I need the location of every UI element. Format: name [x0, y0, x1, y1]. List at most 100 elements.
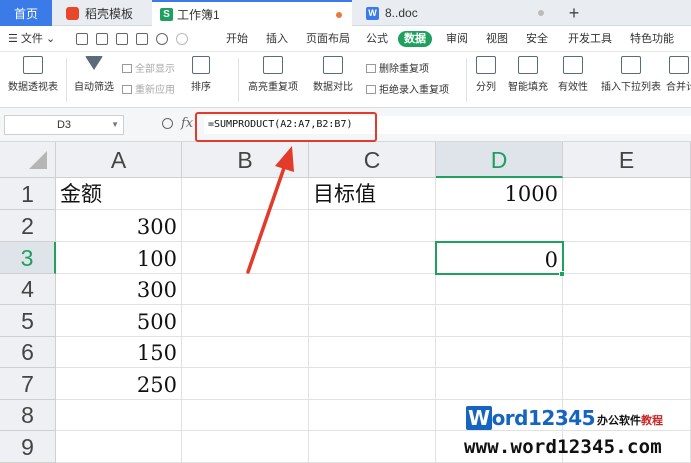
unsaved-dot-icon[interactable] [336, 12, 342, 18]
insert-dropdown-button[interactable]: 插入下拉列表 [600, 56, 662, 93]
split-column-button[interactable]: 分列 [472, 56, 500, 93]
new-tab-button[interactable]: + [564, 0, 584, 26]
tab-document-label: 8..doc [385, 6, 418, 20]
cell-c6[interactable] [309, 337, 436, 368]
print-preview-icon[interactable] [136, 33, 148, 45]
row-header-4[interactable]: 4 [0, 274, 56, 305]
highlight-duplicates-button[interactable]: 高亮重复项 [244, 56, 302, 93]
menu-review[interactable]: 审阅 [446, 26, 468, 52]
close-tab-icon[interactable] [538, 10, 544, 16]
menu-features[interactable]: 特色功能 [630, 26, 674, 52]
menu-view[interactable]: 视图 [486, 26, 508, 52]
cell-b3[interactable] [182, 242, 309, 274]
cell-d2[interactable] [436, 210, 563, 242]
data-compare-button[interactable]: 数据对比 [308, 56, 358, 93]
cell-a5[interactable]: 500 [56, 305, 182, 337]
zoom-icon[interactable] [162, 118, 173, 129]
row-header-5[interactable]: 5 [0, 305, 56, 337]
tab-home[interactable]: 首页 [0, 0, 52, 26]
cell-a7[interactable]: 250 [56, 368, 182, 400]
cell-e5[interactable] [563, 305, 691, 337]
cell-c7[interactable] [309, 368, 436, 400]
cell-c9[interactable] [309, 431, 436, 463]
fx-icon[interactable]: fx [181, 116, 193, 131]
cell-d5[interactable] [436, 305, 563, 337]
cell-b7[interactable] [182, 368, 309, 400]
cell-a2[interactable]: 300 [56, 210, 182, 242]
print-icon[interactable] [116, 33, 128, 45]
pivot-table-button[interactable]: 数据透视表 [6, 56, 60, 93]
cell-c2[interactable] [309, 210, 436, 242]
cell-e7[interactable] [563, 368, 691, 400]
tab-workbook[interactable]: S 工作簿1 [152, 0, 352, 26]
cell-c1[interactable]: 目标值 [309, 178, 436, 210]
cell-e3[interactable] [563, 242, 691, 274]
menu-data[interactable]: 数据 [398, 31, 432, 47]
cell-b6[interactable] [182, 337, 309, 368]
row-header-6[interactable]: 6 [0, 337, 56, 368]
cell-d3-active[interactable]: 0 [435, 241, 564, 275]
row-header-8[interactable]: 8 [0, 400, 56, 431]
cell-b8[interactable] [182, 400, 309, 431]
menu-formula[interactable]: 公式 [366, 26, 388, 52]
name-box[interactable]: D3 ▼ [4, 115, 124, 135]
cell-b9[interactable] [182, 431, 309, 463]
cell-e4[interactable] [563, 274, 691, 305]
row-header-3[interactable]: 3 [0, 242, 56, 274]
cell-c3[interactable] [309, 242, 436, 274]
cell-e6[interactable] [563, 337, 691, 368]
smart-fill-button[interactable]: 智能填充 [506, 56, 550, 93]
column-header-e[interactable]: E [563, 142, 691, 178]
cell-b5[interactable] [182, 305, 309, 337]
cell-b4[interactable] [182, 274, 309, 305]
cell-a4[interactable]: 300 [56, 274, 182, 305]
column-header-b[interactable]: B [182, 142, 309, 178]
row-header-1[interactable]: 1 [0, 178, 56, 210]
undo-icon[interactable] [156, 33, 168, 45]
reapply-button[interactable]: 重新应用 [122, 81, 175, 96]
autofilter-button[interactable]: 自动筛选 [72, 56, 116, 93]
menu-insert[interactable]: 插入 [266, 26, 288, 52]
validity-button[interactable]: 有效性 [554, 56, 592, 93]
row-header-9[interactable]: 9 [0, 431, 56, 463]
menu-developer[interactable]: 开发工具 [568, 26, 612, 52]
cell-c4[interactable] [309, 274, 436, 305]
cell-e1[interactable] [563, 178, 691, 210]
select-all-corner[interactable] [0, 142, 56, 178]
delete-duplicates-button[interactable]: 删除重复项 [366, 60, 429, 75]
merge-calc-button[interactable]: 合并计 [666, 56, 691, 93]
file-menu[interactable]: ☰ 文件 ⌄ [8, 26, 55, 52]
cell-a8[interactable] [56, 400, 182, 431]
show-all-button[interactable]: 全部显示 [122, 60, 175, 75]
cell-a6[interactable]: 150 [56, 337, 182, 368]
cell-c5[interactable] [309, 305, 436, 337]
tab-document[interactable]: W 8..doc [356, 0, 556, 26]
cell-d6[interactable] [436, 337, 563, 368]
save-icon[interactable] [76, 33, 88, 45]
cell-a3[interactable]: 100 [56, 242, 182, 274]
cell-a9[interactable] [56, 431, 182, 463]
fill-handle[interactable] [559, 271, 565, 277]
cell-d7[interactable] [436, 368, 563, 400]
column-header-d[interactable]: D [436, 142, 563, 178]
cell-b1[interactable] [182, 178, 309, 210]
row-header-7[interactable]: 7 [0, 368, 56, 400]
row-header-2[interactable]: 2 [0, 210, 56, 242]
cell-b2[interactable] [182, 210, 309, 242]
cell-d4[interactable] [436, 274, 563, 305]
column-header-a[interactable]: A [56, 142, 182, 178]
sort-button[interactable]: 排序 [186, 56, 216, 93]
cell-d1[interactable]: 1000 [436, 178, 563, 210]
chevron-down-icon[interactable]: ▼ [111, 116, 119, 134]
tab-daoke-templates[interactable]: 稻壳模板 [56, 0, 148, 26]
column-header-c[interactable]: C [309, 142, 436, 178]
cell-a1[interactable]: 金额 [56, 178, 182, 210]
menu-page-layout[interactable]: 页面布局 [306, 26, 350, 52]
cell-e2[interactable] [563, 210, 691, 242]
export-icon[interactable] [96, 33, 108, 45]
menu-security[interactable]: 安全 [526, 26, 548, 52]
menu-start[interactable]: 开始 [226, 26, 248, 52]
cell-c8[interactable] [309, 400, 436, 431]
redo-icon[interactable] [176, 33, 188, 45]
reject-duplicates-button[interactable]: 拒绝录入重复项 [366, 81, 449, 96]
